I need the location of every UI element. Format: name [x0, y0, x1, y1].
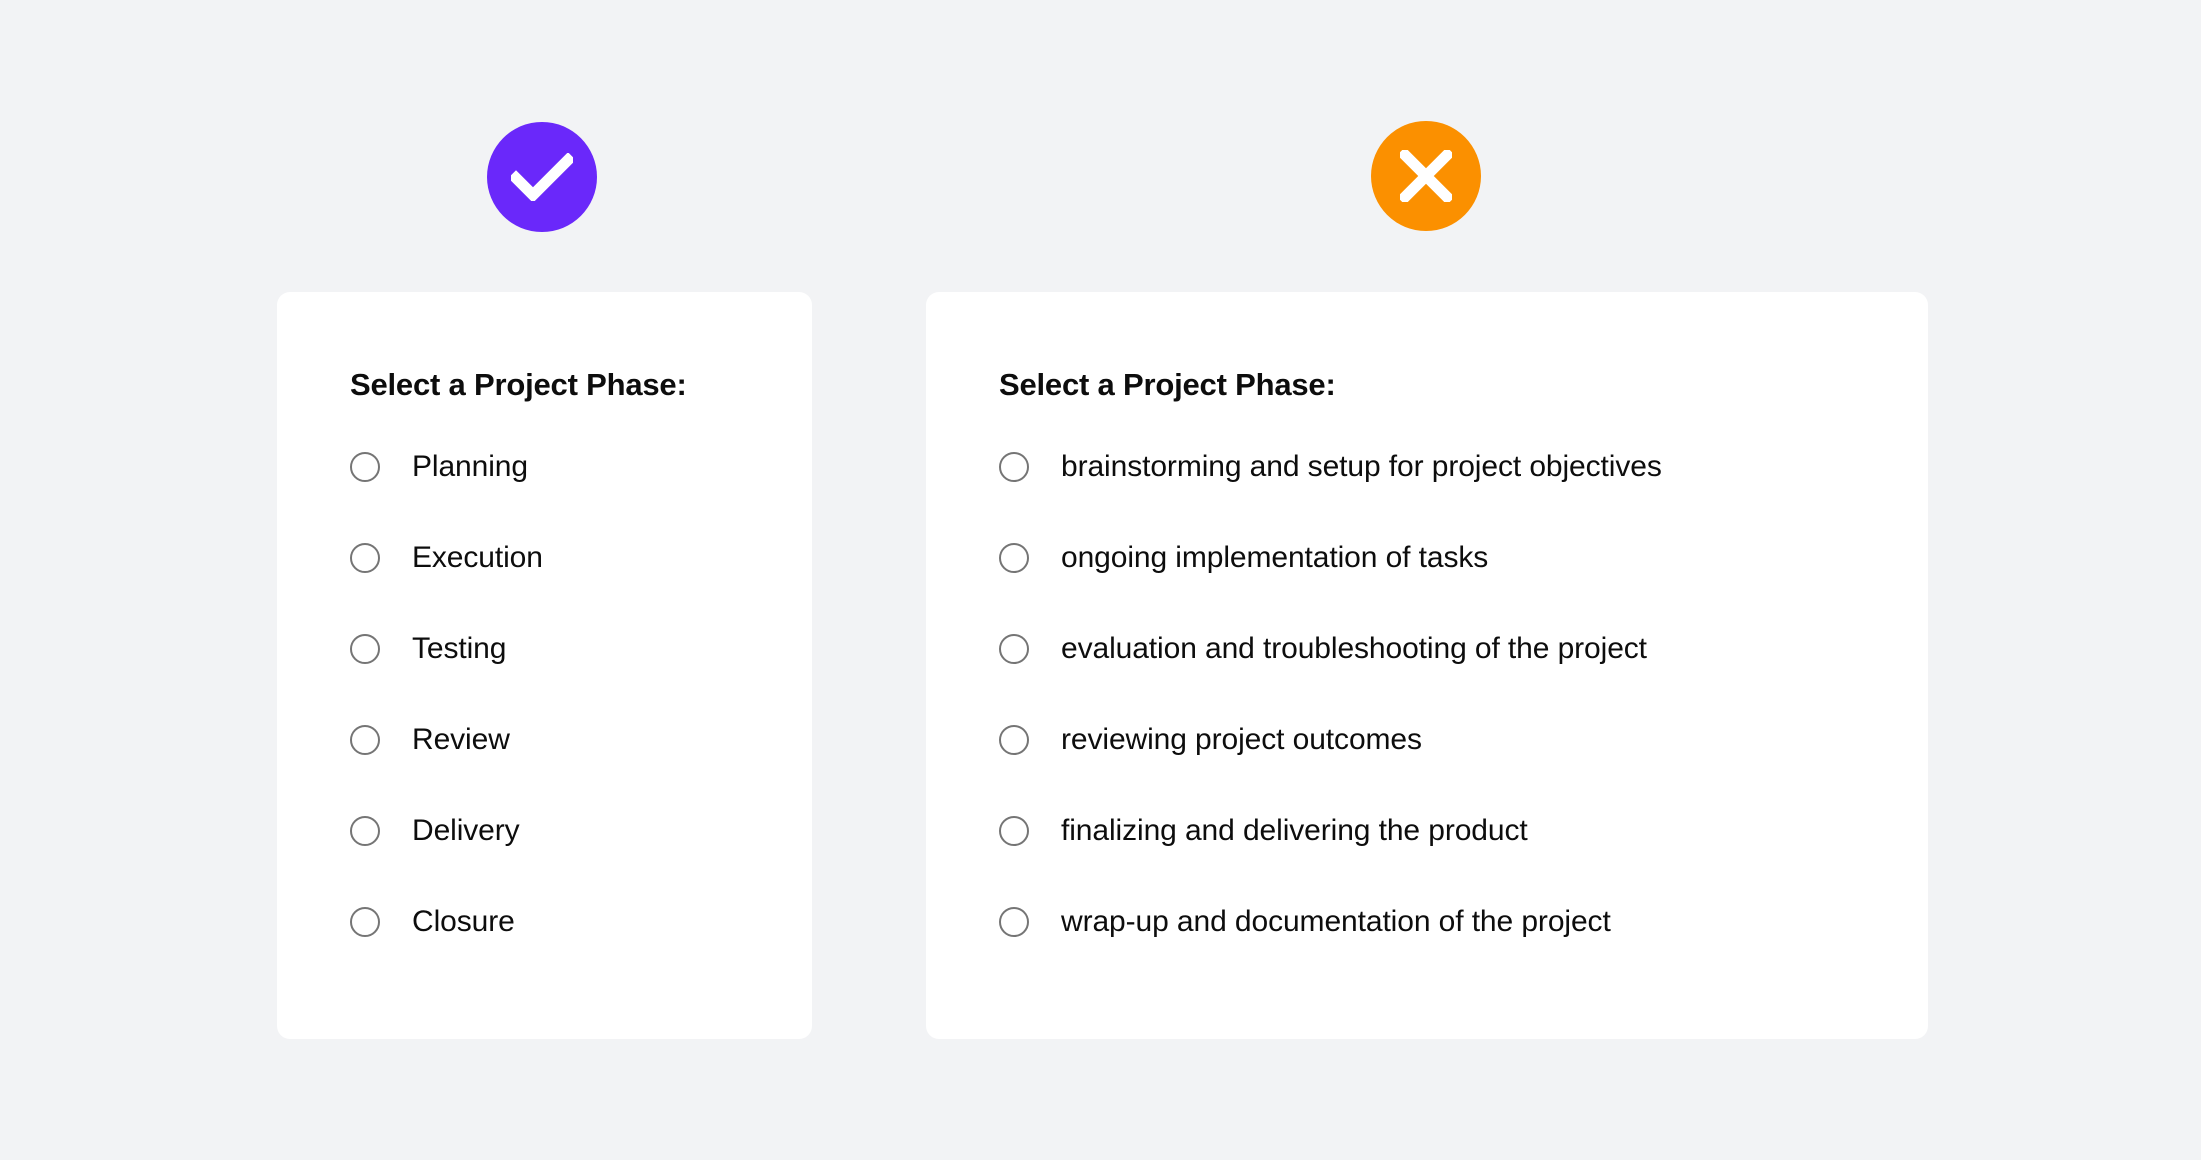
radio-circle-icon[interactable]: [350, 543, 380, 573]
radio-option-reviewing-outcomes[interactable]: reviewing project outcomes: [999, 720, 1928, 811]
radio-option-finalizing[interactable]: finalizing and delivering the product: [999, 811, 1928, 902]
page-title: Select a Project Phase:: [350, 367, 687, 402]
radio-circle-icon[interactable]: [350, 907, 380, 937]
radio-option-label: Closure: [412, 905, 515, 938]
radio-option-label: Execution: [412, 541, 543, 574]
radio-option-label: evaluation and troubleshooting of the pr…: [1061, 632, 1647, 665]
radio-option-brainstorming[interactable]: brainstorming and setup for project obje…: [999, 447, 1928, 538]
radio-option-testing[interactable]: Testing: [350, 629, 812, 720]
radio-circle-icon[interactable]: [999, 907, 1029, 937]
card-content: Select a Project Phase: brainstorming an…: [999, 292, 1928, 1039]
radio-circle-icon[interactable]: [350, 634, 380, 664]
radio-circle-icon[interactable]: [999, 634, 1029, 664]
x-circle-icon: [1371, 121, 1481, 231]
radio-option-closure[interactable]: Closure: [350, 902, 812, 993]
page-title: Select a Project Phase:: [999, 367, 1336, 402]
radio-option-label: Testing: [412, 632, 507, 665]
radio-circle-icon[interactable]: [999, 543, 1029, 573]
radio-option-execution[interactable]: Execution: [350, 538, 812, 629]
radio-circle-icon[interactable]: [999, 452, 1029, 482]
radio-circle-icon[interactable]: [350, 725, 380, 755]
good-example-card: Select a Project Phase: Planning Executi…: [277, 292, 812, 1039]
radio-option-label: wrap-up and documentation of the project: [1061, 905, 1611, 938]
card-content: Select a Project Phase: Planning Executi…: [350, 292, 812, 1039]
comparison-canvas: Select a Project Phase: Planning Executi…: [0, 0, 2201, 1160]
radio-option-delivery[interactable]: Delivery: [350, 811, 812, 902]
radio-option-planning[interactable]: Planning: [350, 447, 812, 538]
radio-option-evaluation[interactable]: evaluation and troubleshooting of the pr…: [999, 629, 1928, 720]
radio-option-label: Delivery: [412, 814, 520, 847]
radio-option-label: ongoing implementation of tasks: [1061, 541, 1489, 574]
radio-option-wrap-up[interactable]: wrap-up and documentation of the project: [999, 902, 1928, 993]
radio-group-project-phase-good: Planning Execution Testing Review Delive…: [350, 447, 812, 993]
radio-circle-icon[interactable]: [999, 816, 1029, 846]
radio-group-project-phase-bad: brainstorming and setup for project obje…: [999, 447, 1928, 993]
check-circle-icon: [487, 122, 597, 232]
radio-circle-icon[interactable]: [350, 816, 380, 846]
radio-option-label: Planning: [412, 450, 528, 483]
radio-option-label: reviewing project outcomes: [1061, 723, 1422, 756]
radio-circle-icon[interactable]: [350, 452, 380, 482]
bad-example-card: Select a Project Phase: brainstorming an…: [926, 292, 1928, 1039]
radio-option-ongoing-implementation[interactable]: ongoing implementation of tasks: [999, 538, 1928, 629]
radio-option-review[interactable]: Review: [350, 720, 812, 811]
radio-option-label: finalizing and delivering the product: [1061, 814, 1528, 847]
radio-circle-icon[interactable]: [999, 725, 1029, 755]
radio-option-label: brainstorming and setup for project obje…: [1061, 450, 1662, 483]
radio-option-label: Review: [412, 723, 510, 756]
